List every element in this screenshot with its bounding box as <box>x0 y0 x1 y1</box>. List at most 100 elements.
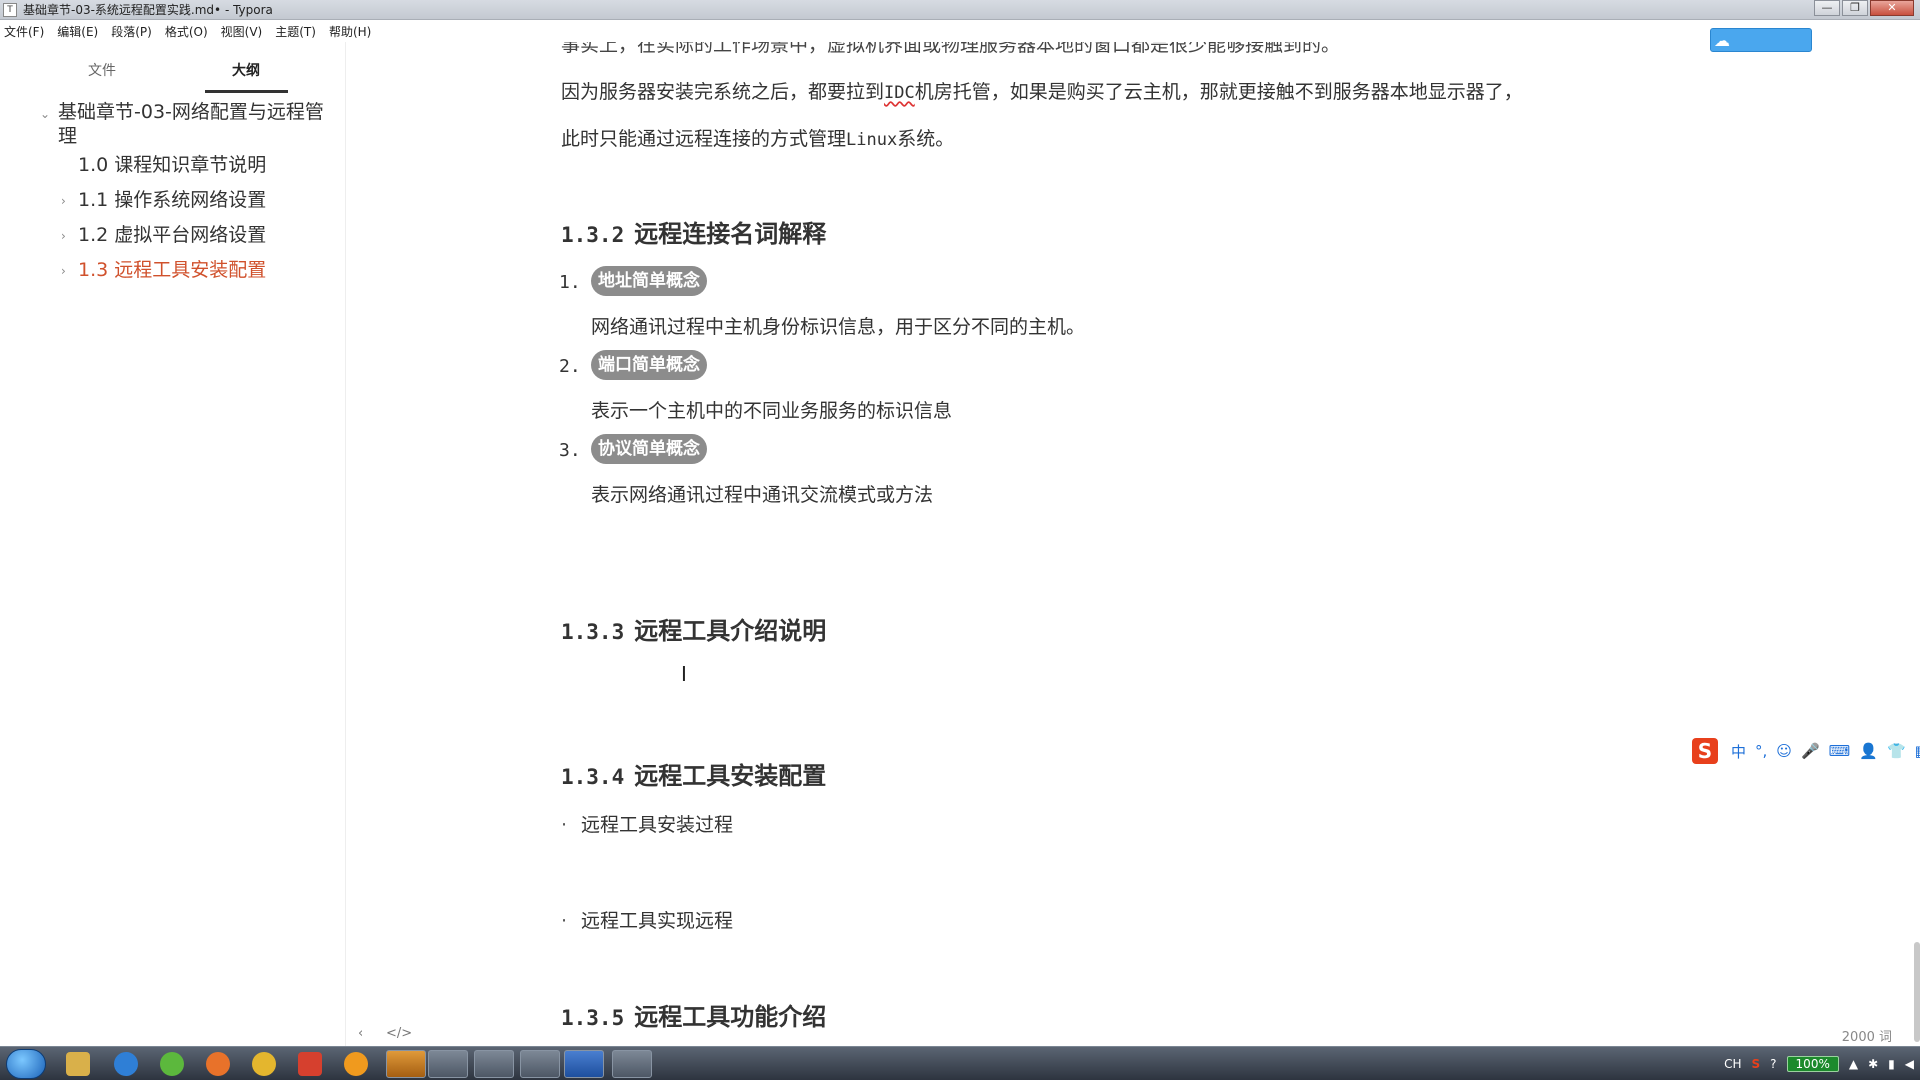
battery-indicator[interactable]: 100% <box>1786 1056 1839 1072</box>
highlight-chip: 地址简单概念 <box>591 266 707 296</box>
ime-toolbar: S 中 °, ☺ 🎤 ⌨ 👤 👕 ▦ <box>1692 737 1920 765</box>
maximize-button[interactable]: ❐ <box>1842 0 1868 16</box>
heading-text: 远程工具介绍说明 <box>634 617 827 645</box>
taskbar: CH S ? 100% ▲ ✱ ▮ ◀ <box>0 1046 1920 1080</box>
outline-item-label: 1.3 远程工具安装配置 <box>78 259 267 281</box>
highlight-chip: 协议简单概念 <box>591 434 707 464</box>
heading-number: 1.3.5 <box>561 1006 625 1030</box>
taskbar-word-button[interactable] <box>564 1050 604 1078</box>
ime-menu-icon[interactable]: ▦ <box>1915 742 1920 760</box>
word-count[interactable]: 2000 词 <box>1842 1026 1892 1045</box>
taskbar-app-button[interactable] <box>386 1050 426 1078</box>
chevron-right-icon[interactable]: › <box>61 259 66 283</box>
bluetooth-icon[interactable]: ✱ <box>1868 1057 1878 1071</box>
bullet-icon: · <box>561 814 568 836</box>
list-item-desc: 表示一个主机中的不同业务服务的标识信息 <box>591 400 953 422</box>
outline-item-1-2[interactable]: › 1.2 虚拟平台网络设置 <box>61 223 266 247</box>
heading-number: 1.3.3 <box>561 620 625 644</box>
outline-item-1-1[interactable]: › 1.1 操作系统网络设置 <box>61 188 267 212</box>
chevron-right-icon[interactable]: › <box>61 189 66 213</box>
highlight-chip: 端口简单概念 <box>591 350 707 380</box>
heading-1-3-3: 1.3.3 远程工具介绍说明 <box>561 611 826 646</box>
taskbar-typora-button[interactable] <box>428 1050 468 1078</box>
sogou-tray-icon[interactable]: S <box>1752 1057 1761 1071</box>
menu-edit[interactable]: 编辑(E) <box>57 23 98 40</box>
text-run: 因为服务器安装完系统之后，都要拉到 <box>561 81 885 103</box>
language-indicator[interactable]: CH <box>1724 1057 1741 1071</box>
volume-icon[interactable]: ◀ <box>1905 1057 1914 1071</box>
heading-text: 远程连接名词解释 <box>634 220 827 248</box>
list-number: 3. <box>559 440 581 461</box>
bullet-icon: · <box>561 910 568 932</box>
menu-view[interactable]: 视图(V) <box>221 23 263 40</box>
firefox-icon[interactable] <box>206 1052 230 1076</box>
ime-user-icon[interactable]: 👤 <box>1859 742 1878 760</box>
cloud-sync-button[interactable]: ☁ <box>1710 28 1812 52</box>
chevron-right-icon[interactable]: › <box>61 224 66 248</box>
text-run: 机房托管，如果是购买了云主机，那就更接触不到服务器本地显示器了， <box>914 81 1523 103</box>
outline-item-1-3[interactable]: › 1.3 远程工具安装配置 <box>61 258 267 282</box>
window-controls: — ❐ ✕ <box>1812 0 1914 16</box>
ie-browser-icon[interactable] <box>114 1052 138 1076</box>
chevron-down-icon[interactable]: ⌄ <box>40 102 50 126</box>
sidebar: 文件 大纲 ⌄ 基础章节-03-网络配置与远程管理 1.0 课程知识章节说明 ›… <box>0 42 412 1046</box>
signal-icon[interactable]: ▮ <box>1888 1057 1895 1071</box>
outline-item-label: 1.1 操作系统网络设置 <box>78 189 267 211</box>
minimize-button[interactable]: — <box>1814 0 1840 16</box>
editor-area[interactable]: 事实上，在实际的工作场景中，虚拟机界面或物理服务器本地的窗口都是很少能够接触到的… <box>347 42 1920 1046</box>
paragraph-idc: 因为服务器安装完系统之后，都要拉到IDC机房托管，如果是购买了云主机，那就更接触… <box>561 77 1523 104</box>
list-item-text: 远程工具实现远程 <box>581 910 734 932</box>
text-run: 系统。 <box>897 128 955 150</box>
menu-format[interactable]: 格式(O) <box>165 23 208 40</box>
list-item-desc: 表示网络通讯过程中通讯交流模式或方法 <box>591 484 934 506</box>
network-icon[interactable]: ▲ <box>1849 1057 1858 1071</box>
search-app-icon[interactable] <box>344 1052 368 1076</box>
typora-app-icon: T <box>3 2 17 17</box>
menu-file[interactable]: 文件(F) <box>4 23 44 40</box>
text-cursor-icon: I <box>681 662 687 686</box>
scrollbar-thumb[interactable] <box>1914 942 1920 1042</box>
folder-icon[interactable] <box>66 1052 90 1076</box>
paragraph-partial: 事实上，在实际的工作场景中，虚拟机界面或物理服务器本地的窗口都是很少能够接触到的… <box>561 42 1341 56</box>
sogou-logo-icon[interactable]: S <box>1692 738 1718 764</box>
heading-1-3-4: 1.3.4 远程工具安装配置 <box>561 756 826 791</box>
list-item: · 远程工具安装过程 <box>561 810 733 837</box>
ime-voice-icon[interactable]: 🎤 <box>1801 742 1820 760</box>
heading-number: 1.3.4 <box>561 765 625 789</box>
ime-chinese-mode-icon[interactable]: 中 <box>1731 741 1746 762</box>
ime-punctuation-icon[interactable]: °, <box>1755 742 1767 760</box>
heading-text: 远程工具功能介绍 <box>634 1003 827 1031</box>
tab-outline[interactable]: 大纲 <box>232 60 260 80</box>
list-item-desc: 网络通讯过程中主机身份标识信息，用于区分不同的主机。 <box>591 316 1086 338</box>
cloud-sync-icon: ☁ <box>1714 31 1730 50</box>
ime-skin-icon[interactable]: 👕 <box>1887 742 1906 760</box>
taskbar-cloud-button[interactable] <box>612 1050 652 1078</box>
red-app-icon[interactable] <box>298 1052 322 1076</box>
outline-item-label: 1.0 课程知识章节说明 <box>78 154 267 176</box>
window-title: 基础章节-03-系统远程配置实践.md• - Typora <box>23 3 273 17</box>
list-item-text: 远程工具安装过程 <box>581 814 734 836</box>
active-tab-indicator <box>205 90 288 93</box>
start-button[interactable] <box>6 1049 46 1079</box>
spellcheck-word: IDC <box>884 83 915 103</box>
chrome-icon[interactable] <box>252 1052 276 1076</box>
outline-item-label: 基础章节-03-网络配置与远程管理 <box>58 101 324 147</box>
heading-1-3-5: 1.3.5 远程工具功能介绍 <box>561 997 826 1032</box>
system-tray: CH S ? 100% ▲ ✱ ▮ ◀ <box>1714 1047 1914 1081</box>
taskbar-remote-button[interactable] <box>474 1050 514 1078</box>
outline-item-1-0[interactable]: 1.0 课程知识章节说明 <box>78 153 266 177</box>
close-button[interactable]: ✕ <box>1870 0 1914 16</box>
text-run: 此时只能通过远程连接的方式管理 <box>561 128 847 150</box>
menu-paragraph[interactable]: 段落(P) <box>111 23 152 40</box>
ime-emoji-icon[interactable]: ☺ <box>1776 742 1792 760</box>
outline-item-root[interactable]: ⌄ 基础章节-03-网络配置与远程管理 <box>40 100 328 148</box>
menu-help[interactable]: 帮助(H) <box>329 23 371 40</box>
list-number: 1. <box>559 272 581 293</box>
help-icon[interactable]: ? <box>1770 1057 1776 1071</box>
ime-keyboard-icon[interactable]: ⌨ <box>1829 742 1851 760</box>
green-app-icon[interactable] <box>160 1052 184 1076</box>
tab-files[interactable]: 文件 <box>88 60 116 80</box>
menu-theme[interactable]: 主题(T) <box>275 23 316 40</box>
taskbar-app-button[interactable] <box>520 1050 560 1078</box>
sidebar-footer: ‹ </> <box>0 1022 412 1046</box>
